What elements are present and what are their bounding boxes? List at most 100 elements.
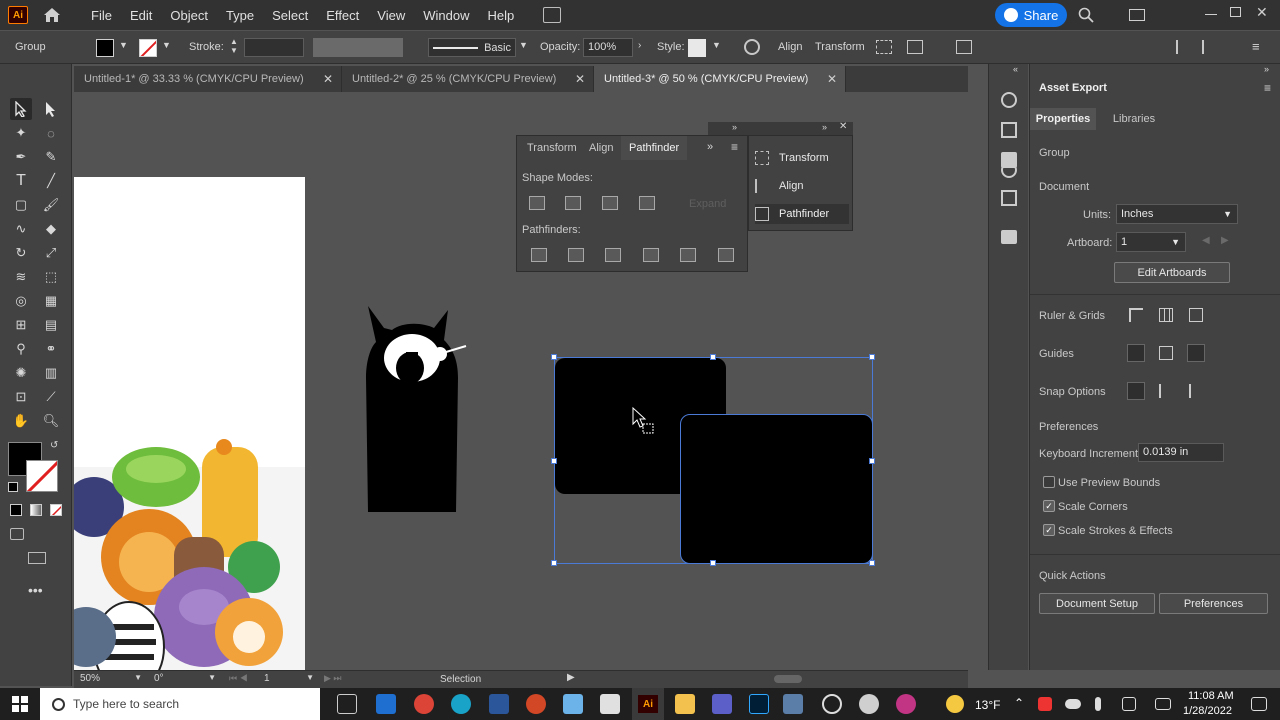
scale-tool-icon[interactable]: ⤢ — [40, 242, 62, 264]
app-icon[interactable] — [859, 694, 879, 714]
bounding-handle[interactable] — [869, 560, 875, 566]
menu-window[interactable]: Window — [414, 8, 478, 23]
expand-button[interactable]: Expand — [689, 198, 726, 210]
symbols-icon[interactable] — [1001, 190, 1017, 206]
none-mode-icon[interactable] — [50, 504, 62, 516]
distribute-icon[interactable] — [1202, 40, 1216, 54]
free-transform-icon[interactable]: ⬚ — [40, 266, 62, 288]
ruler-icon[interactable] — [1129, 308, 1143, 322]
align-left-icon[interactable] — [1176, 40, 1190, 54]
panel-item-pathfinder[interactable]: Pathfinder — [755, 204, 849, 224]
snap-to-glyph-icon[interactable] — [1189, 384, 1203, 398]
shaper-tool-icon[interactable]: ∿ — [10, 218, 32, 240]
taskbar-search-box[interactable]: Type here to search — [40, 688, 320, 720]
expand-panel-icon[interactable]: » — [822, 122, 827, 132]
pen-tool-icon[interactable]: ✒ — [10, 146, 32, 168]
chevron-right-icon[interactable]: › — [638, 40, 641, 51]
gradient-mode-icon[interactable] — [30, 504, 42, 516]
home-icon[interactable] — [42, 6, 62, 24]
fill-swatch[interactable] — [96, 39, 114, 57]
close-icon[interactable]: ✕ — [1256, 4, 1268, 21]
exclude-icon[interactable] — [639, 196, 655, 210]
tab-untitled-2[interactable]: Untitled-2* @ 25 % (CMYK/CPU Preview) ✕ — [342, 66, 594, 92]
rectangle-tool-icon[interactable]: ▢ — [10, 194, 32, 216]
stroke-weight-input[interactable] — [244, 38, 304, 57]
close-tab-icon[interactable]: ✕ — [827, 72, 837, 86]
tray-icon[interactable] — [1038, 697, 1052, 711]
color-mode-icon[interactable] — [10, 504, 22, 516]
arrange-icon[interactable] — [907, 40, 923, 54]
recolor-icon[interactable] — [744, 39, 760, 55]
merge-icon[interactable] — [605, 248, 621, 262]
artboard-navigator[interactable]: 1 ▼ — [260, 673, 316, 687]
bounding-handle[interactable] — [551, 354, 557, 360]
menu-edit[interactable]: Edit — [121, 8, 161, 23]
windows-start-icon[interactable] — [12, 696, 28, 712]
close-tab-icon[interactable]: ✕ — [575, 72, 585, 86]
style-swatch[interactable] — [688, 39, 706, 57]
keyboard-increment-input[interactable]: 0.0139 in — [1138, 443, 1224, 462]
rotation-dropdown[interactable]: 0° ▼ — [150, 673, 218, 687]
bounding-handle[interactable] — [869, 458, 875, 464]
mail-icon[interactable] — [376, 694, 396, 714]
puppet-warp-icon[interactable] — [956, 40, 972, 54]
transparency-grid-icon[interactable] — [1189, 308, 1203, 322]
chrome-icon[interactable] — [414, 694, 434, 714]
selection-tool-icon[interactable] — [10, 98, 32, 120]
hand-tool-icon[interactable]: ✋ — [10, 410, 32, 432]
swap-colors-icon[interactable]: ↺ — [50, 440, 58, 451]
pen-icon[interactable] — [1122, 697, 1136, 711]
illustrator-taskbar-icon[interactable]: Ai — [632, 688, 664, 720]
transform-link[interactable]: Transform — [815, 41, 865, 53]
menu-file[interactable]: File — [82, 8, 121, 23]
paintbrush-icon[interactable]: 🖌 — [40, 194, 62, 216]
minus-front-icon[interactable] — [565, 196, 581, 210]
zoom-dropdown[interactable]: 50% ▼ — [76, 673, 144, 687]
blend-tool-icon[interactable]: ⚭ — [40, 338, 62, 360]
trim-icon[interactable] — [568, 248, 584, 262]
task-view-icon[interactable] — [337, 694, 357, 714]
eraser-icon[interactable]: ◆ — [40, 218, 62, 240]
shape-builder-icon[interactable]: ◎ — [10, 290, 32, 312]
align-link[interactable]: Align — [778, 41, 802, 53]
share-button[interactable]: Share — [995, 3, 1067, 27]
outline-icon[interactable] — [680, 248, 696, 262]
smart-guides-icon[interactable] — [1187, 344, 1205, 362]
chevron-up-icon[interactable]: ⌃ — [1014, 696, 1024, 710]
notifications-icon[interactable] — [1251, 697, 1267, 711]
more-tools-icon[interactable]: ••• — [28, 582, 43, 598]
bounding-handle[interactable] — [551, 560, 557, 566]
panel-menu-icon[interactable]: ≡ — [1252, 39, 1260, 54]
scale-strokes-checkbox[interactable]: ✓ — [1043, 524, 1055, 536]
edge-icon[interactable] — [451, 694, 471, 714]
preferences-button[interactable]: Preferences — [1159, 593, 1268, 614]
tab-libraries[interactable]: Libraries — [1100, 108, 1168, 130]
rotate-tool-icon[interactable]: ↻ — [10, 242, 32, 264]
mesh-tool-icon[interactable]: ⊞ — [10, 314, 32, 336]
tab-untitled-1[interactable]: Untitled-1* @ 33.33 % (CMYK/CPU Preview)… — [74, 66, 342, 92]
snap-to-pixel-icon[interactable] — [1159, 384, 1173, 398]
settings-gear-icon[interactable] — [822, 694, 842, 714]
slice-tool-icon[interactable]: ⟋ — [40, 386, 62, 408]
minimize-icon[interactable] — [1205, 14, 1217, 15]
tab-untitled-3[interactable]: Untitled-3* @ 50 % (CMYK/CPU Preview) ✕ — [594, 66, 846, 92]
curvature-tool-icon[interactable]: ✎ — [40, 146, 62, 168]
brushes-icon[interactable] — [1001, 162, 1017, 178]
stroke-stepper-icon[interactable]: ▲ ▼ — [230, 37, 238, 55]
snap-to-point-icon[interactable] — [1127, 382, 1145, 400]
minus-back-icon[interactable] — [718, 248, 734, 262]
menu-object[interactable]: Object — [161, 8, 217, 23]
chevron-down-icon[interactable]: ▼ — [519, 40, 528, 50]
warp-tool-icon[interactable]: ≋ — [10, 266, 32, 288]
file-explorer-icon[interactable] — [675, 694, 695, 714]
show-guides-icon[interactable] — [1127, 344, 1145, 362]
expand-panel-icon[interactable]: » — [732, 122, 737, 132]
artboard-dropdown[interactable]: 1 ▼ — [1116, 232, 1186, 252]
direct-selection-tool-icon[interactable] — [40, 98, 62, 120]
stroke-color-box[interactable] — [26, 460, 58, 492]
restore-icon[interactable] — [1230, 7, 1241, 17]
panel-tab-pathfinder[interactable]: Pathfinder — [621, 136, 688, 160]
last-artboard-icon[interactable]: ▶ ⏭ — [324, 673, 342, 684]
edit-artboards-button[interactable]: Edit Artboards — [1114, 262, 1230, 283]
first-artboard-icon[interactable]: ⏮ ◀ — [229, 673, 248, 684]
